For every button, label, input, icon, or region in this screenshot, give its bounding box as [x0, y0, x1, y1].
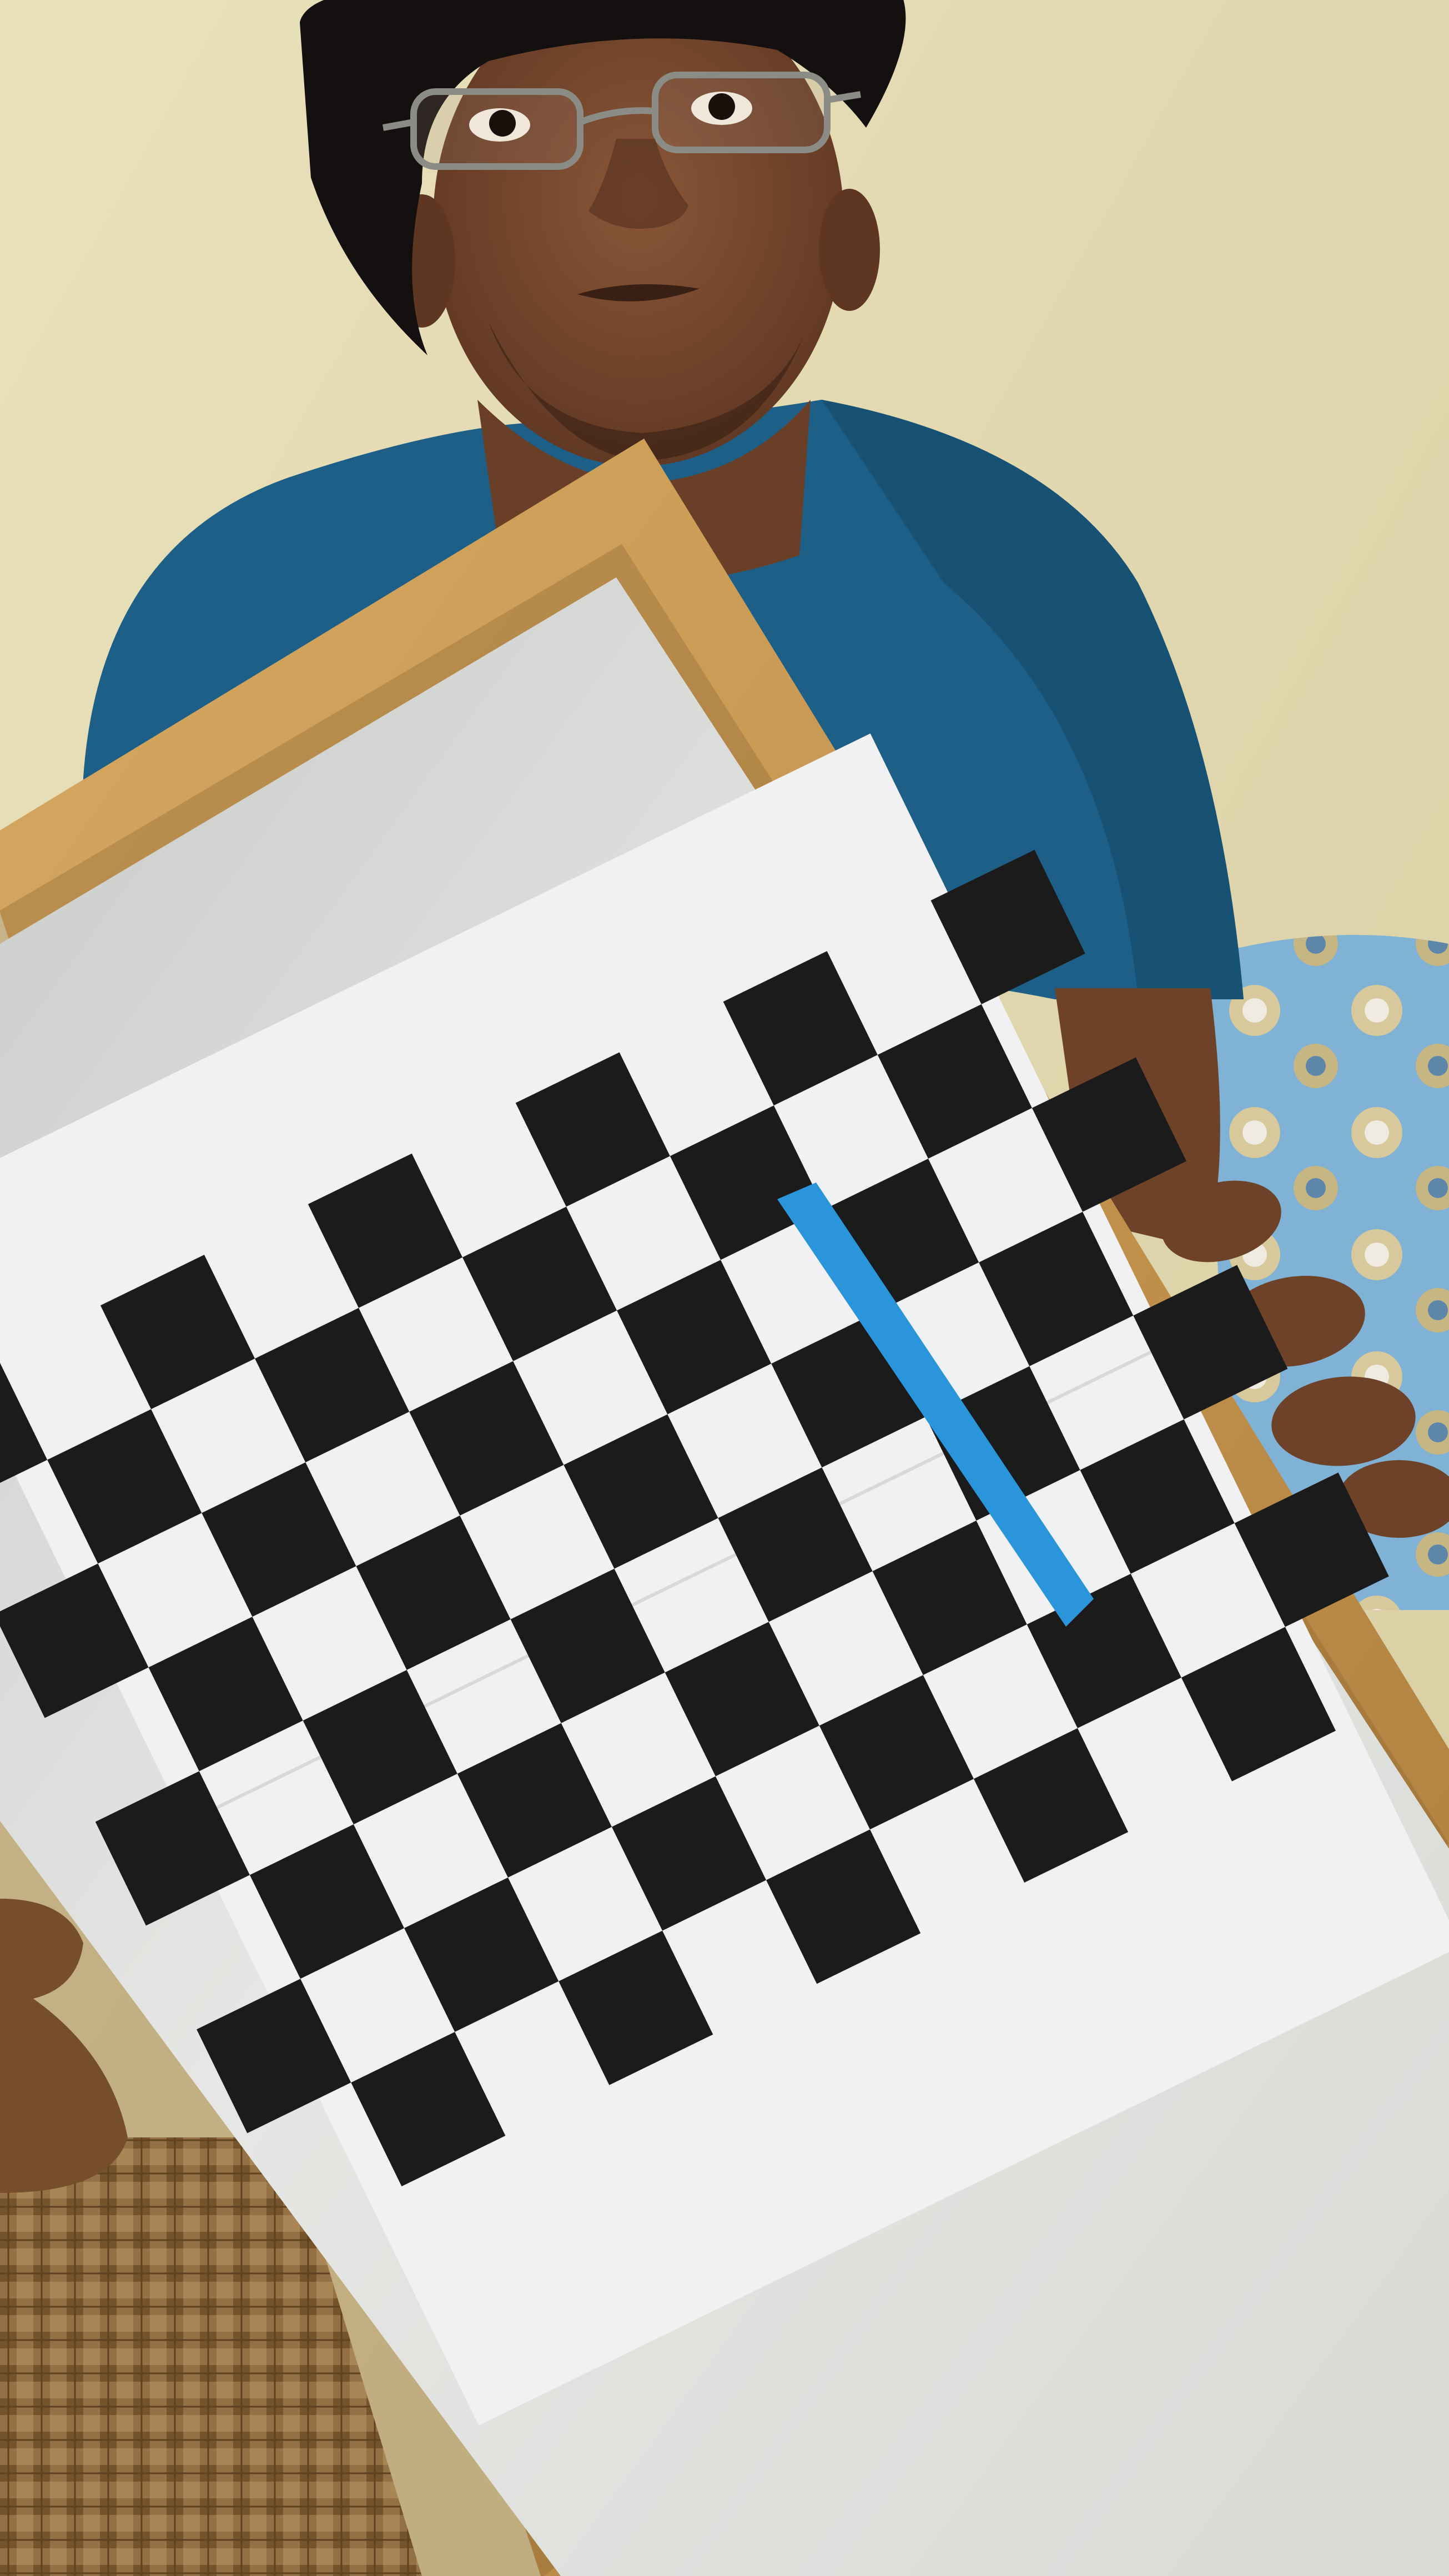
face [433, 0, 844, 466]
right-ear [819, 189, 880, 311]
left-pupil [489, 110, 516, 137]
right-pupil [708, 93, 735, 120]
photo-scene [0, 0, 1449, 2576]
